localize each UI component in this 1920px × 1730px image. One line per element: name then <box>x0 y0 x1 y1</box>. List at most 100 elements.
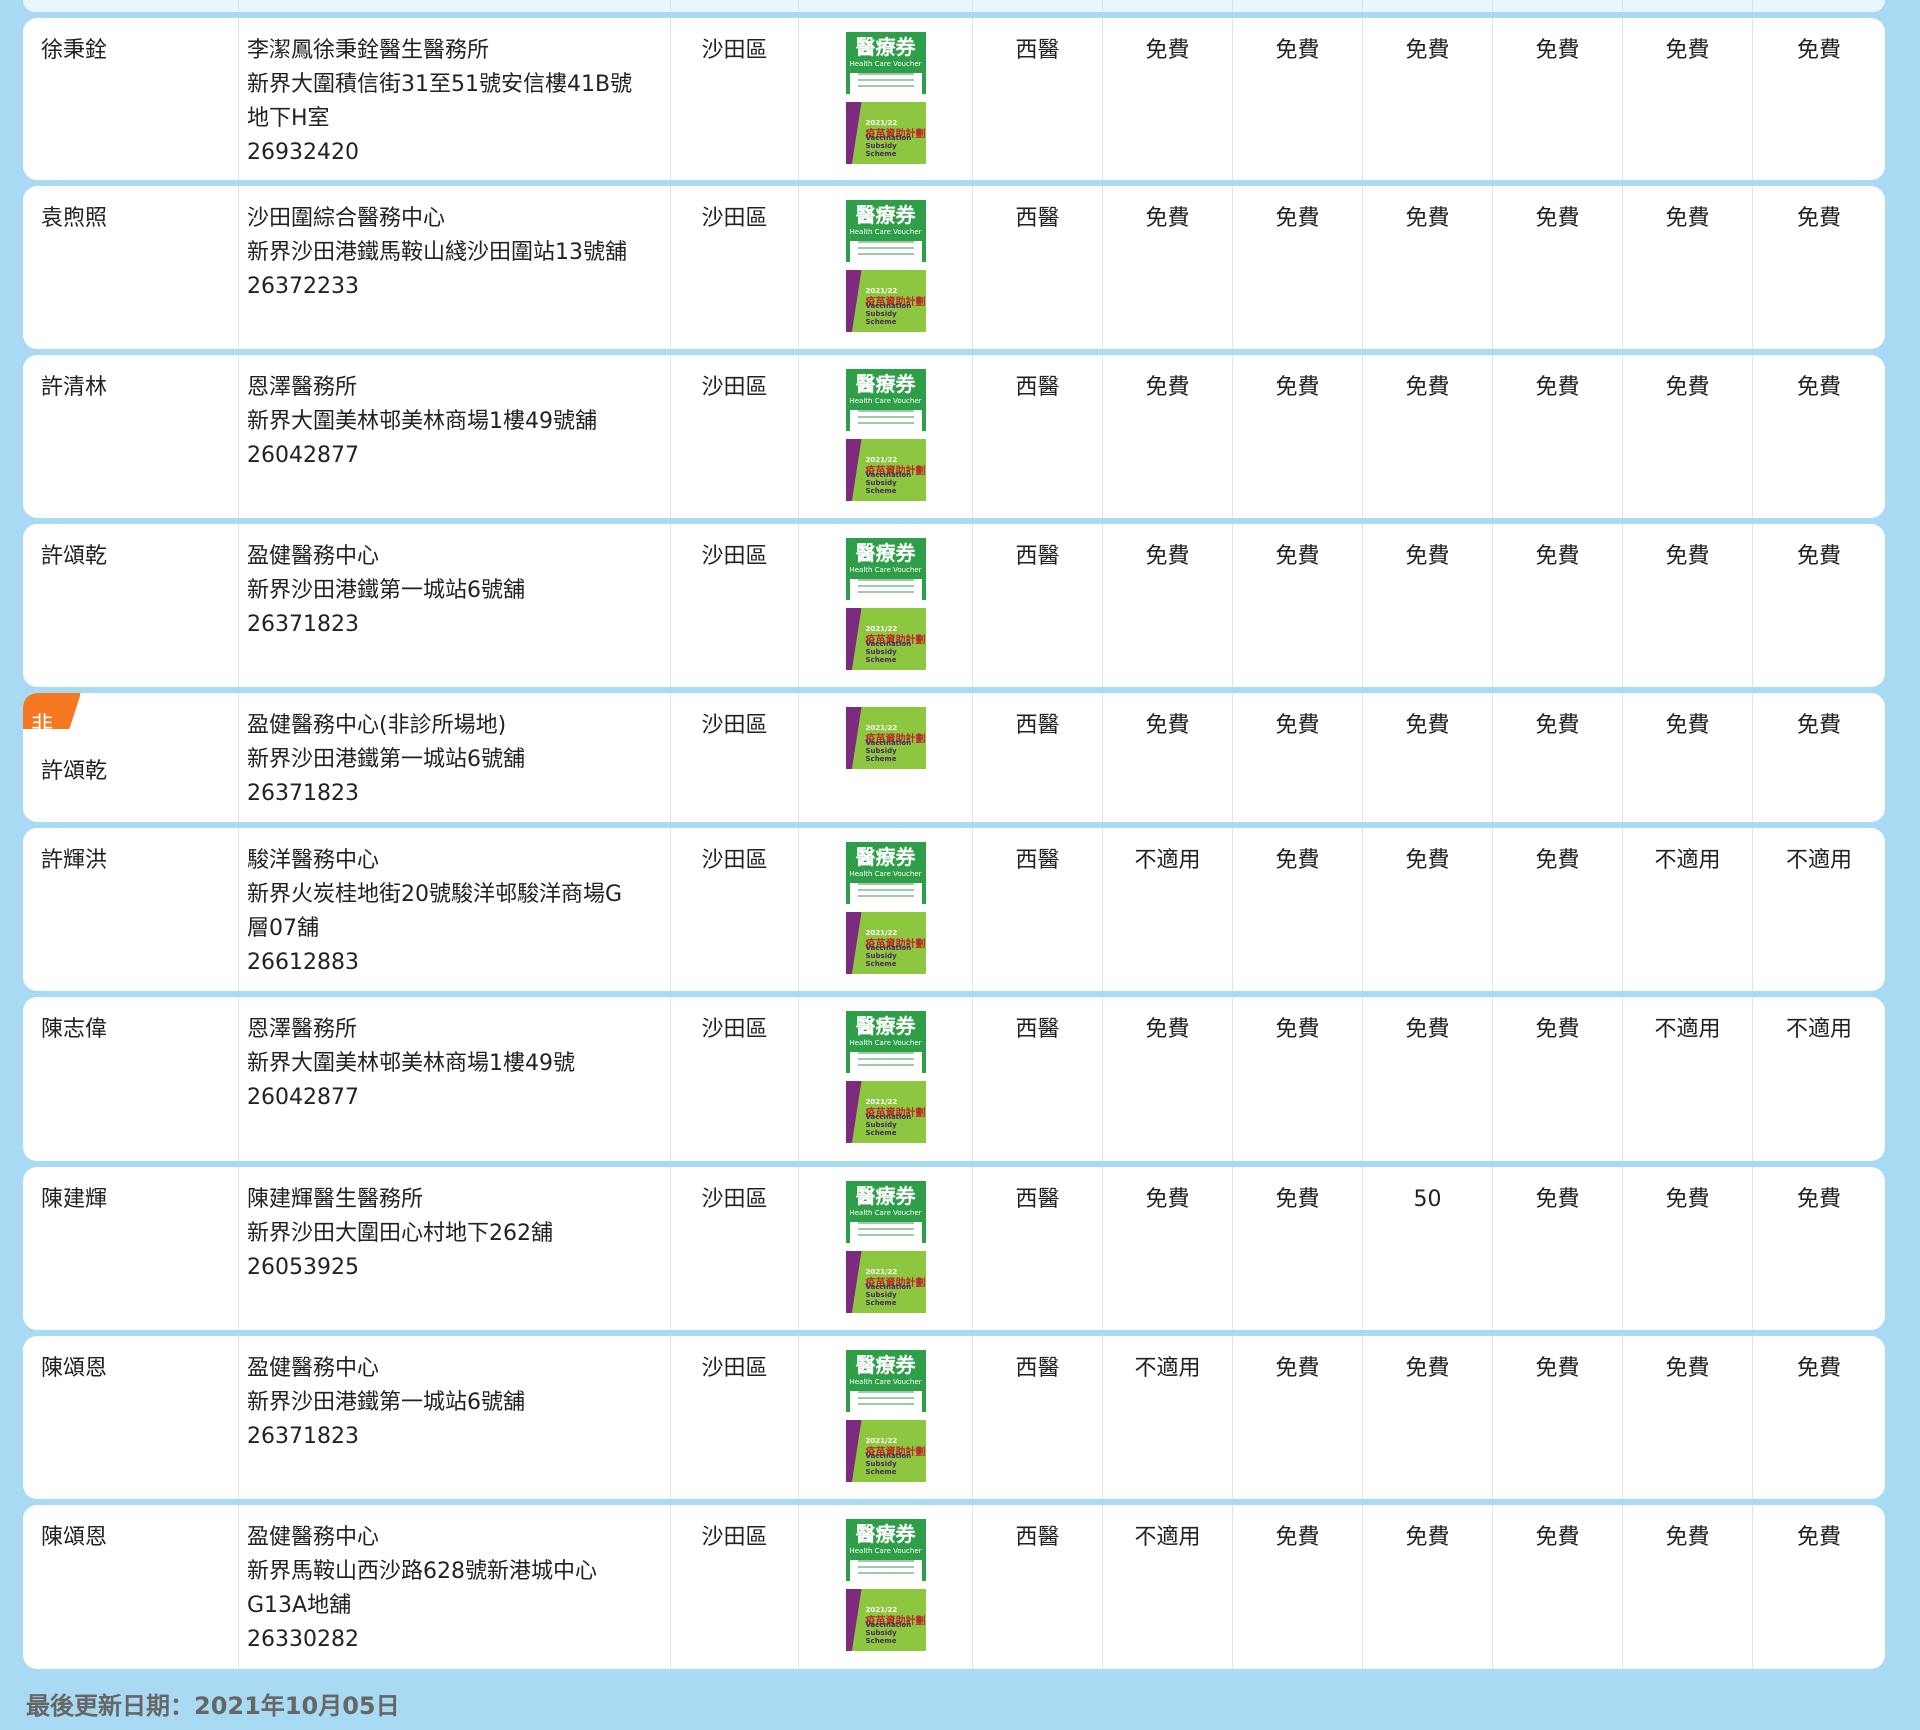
fee-cell: 免費 <box>1623 1167 1753 1330</box>
clinic-info: 沙田圍綜合醫務中心 新界沙田港鐵馬鞍山綫沙田圍站13號舖 26372233 <box>239 186 671 349</box>
vss-subtitle: Vaccination Subsidy Scheme <box>865 1452 912 1476</box>
fee-cell: 免費 <box>1493 997 1623 1161</box>
fee-cell: 免費 <box>1233 693 1363 822</box>
fee-cell: 免費 <box>1233 997 1363 1161</box>
medicine-type: 西醫 <box>973 355 1103 518</box>
scheme-badges: 醫療券 Health Care Voucher 2021/22 疫苗資助計劃 Vacci… <box>799 1336 973 1499</box>
scheme-badges: 醫療券 Health Care Voucher 2021/22 疫苗資助計劃 Vacci… <box>799 355 973 518</box>
district: 沙田區 <box>671 1505 799 1669</box>
vss-subtitle: Vaccination Subsidy Scheme <box>865 944 912 968</box>
clinic-info: 陳建輝醫生醫務所 新界沙田大圍田心村地下262舖 26053925 <box>239 1167 671 1330</box>
hcv-title: 醫療券 <box>855 1353 916 1377</box>
health-care-voucher-icon: 醫療券 Health Care Voucher <box>845 1350 926 1413</box>
district: 沙田區 <box>671 186 799 349</box>
table-row: 徐秉銓 李潔鳳徐秉銓醫生醫務所 新界大圍積信街31至51號安信樓41B號 地下H室 26… <box>23 18 1885 180</box>
doctor-name: 徐秉銓 <box>23 18 239 180</box>
vss-subtitle: Vaccination Subsidy Scheme <box>865 739 912 763</box>
hcv-title: 醫療券 <box>855 372 916 396</box>
vss-subtitle: Vaccination Subsidy Scheme <box>865 1113 912 1137</box>
district: 沙田區 <box>671 997 799 1161</box>
table-row: 陳建輝 陳建輝醫生醫務所 新界沙田大圍田心村地下262舖 26053925 沙田區 醫療券… <box>23 1167 1885 1330</box>
fee-cell: 免費 <box>1796 713 1841 738</box>
health-care-voucher-icon: 醫療券 Health Care Voucher <box>845 842 926 905</box>
fee-cell: 免費 <box>1493 1336 1623 1499</box>
fee-cell: 不適用 <box>1623 997 1753 1161</box>
medicine-type: 西醫 <box>973 186 1103 349</box>
vss-subtitle: Vaccination Subsidy Scheme <box>865 1621 912 1645</box>
medicine-type: 西醫 <box>973 828 1103 991</box>
fee-cell: 不適用 <box>1103 1336 1233 1499</box>
clinic-info: 盈健醫務中心 新界馬鞍山西沙路628號新港城中心 G13A地舖 26330282 <box>239 1505 671 1669</box>
medicine-type: 西醫 <box>973 1167 1103 1330</box>
fee-cell: 不適用 <box>1103 828 1233 991</box>
clinic-info: 駿洋醫務中心 新界火炭桂地街20號駿洋邨駿洋商場G 層07舖 26612883 <box>239 828 671 991</box>
fee-cell: 免費 <box>1796 375 1841 400</box>
fee-cell: 免費 <box>1363 524 1493 687</box>
clinic-line: 新界沙田港鐵馬鞍山綫沙田圍站13號舖 <box>247 240 627 265</box>
hcv-title: 醫療券 <box>855 541 916 565</box>
scheme-badges: 醫療券 Health Care Voucher 2021/22 疫苗資助計劃 Vacci… <box>799 524 973 687</box>
medicine-type: 西醫 <box>973 693 1103 822</box>
scheme-badges: 2021/22 疫苗資助計劃 Vaccination Subsidy Scheme <box>799 693 973 822</box>
doctor-name: 陳頌恩 <box>23 1336 239 1499</box>
clinic-line: 恩澤醫務所 <box>247 375 358 400</box>
fee-cell: 免費 <box>1623 524 1753 687</box>
vaccination-subsidy-scheme-icon: 2021/22 疫苗資助計劃 Vaccination Subsidy Scheme <box>845 102 926 164</box>
fee-cell: 免費 <box>1363 186 1493 349</box>
fee-cell: 免費 <box>1623 1336 1753 1499</box>
fee-cell: 免費 <box>1233 1167 1363 1330</box>
table-row: 許輝洪 駿洋醫務中心 新界火炭桂地街20號駿洋邨駿洋商場G 層07舖 26612883 沙… <box>23 828 1885 991</box>
last-updated-text: 最後更新日期：2021年10月05日 <box>26 1692 400 1720</box>
clinic-phone: 26612883 <box>247 950 359 975</box>
fee-cell: 免費 <box>1623 693 1753 822</box>
doctor-name: 陳志偉 <box>23 997 239 1161</box>
vaccination-subsidy-scheme-icon: 2021/22 疫苗資助計劃 Vaccination Subsidy Scheme <box>845 1420 926 1482</box>
fee-cell: 免費 <box>1796 1356 1841 1381</box>
clinic-line: 新界沙田港鐵第一城站6號舖 <box>247 578 525 603</box>
fee-cell: 免費 <box>1623 186 1753 349</box>
vaccination-subsidy-scheme-icon: 2021/22 疫苗資助計劃 Vaccination Subsidy Scheme <box>845 1589 926 1651</box>
fee-cell: 免費 <box>1363 997 1493 1161</box>
clinic-phone: 26330282 <box>247 1627 359 1652</box>
vaccination-subsidy-scheme-icon: 2021/22 疫苗資助計劃 Vaccination Subsidy Scheme <box>845 439 926 501</box>
doctor-name: 許頌乾 <box>23 524 239 687</box>
fee-cell: 免費 <box>1493 18 1623 180</box>
clinic-phone: 26371823 <box>247 781 359 806</box>
doctor-name: 許清林 <box>23 355 239 518</box>
fee-cell: 免費 <box>1493 1505 1623 1669</box>
vaccination-subsidy-scheme-icon: 2021/22 疫苗資助計劃 Vaccination Subsidy Scheme <box>845 1251 926 1313</box>
clinic-info: 盈健醫務中心 新界沙田港鐵第一城站6號舖 26371823 <box>239 1336 671 1499</box>
fee-cell: 免費 <box>1103 1167 1233 1330</box>
district: 沙田區 <box>671 355 799 518</box>
clinic-info: 恩澤醫務所 新界大圍美林邨美林商場1樓49號 26042877 <box>239 997 671 1161</box>
district: 沙田區 <box>671 1336 799 1499</box>
fee-cell: 免費 <box>1493 524 1623 687</box>
doctor-name: 袁煦照 <box>23 186 239 349</box>
medicine-type: 西醫 <box>973 18 1103 180</box>
medicine-type: 西醫 <box>973 524 1103 687</box>
clinic-line: 新界沙田大圍田心村地下262舖 <box>247 1221 553 1246</box>
fee-cell: 免費 <box>1363 1505 1493 1669</box>
fee-cell: 免費 <box>1796 1187 1841 1212</box>
vss-subtitle: Vaccination Subsidy Scheme <box>865 302 912 326</box>
fee-cell: 免費 <box>1233 828 1363 991</box>
hcv-title: 醫療券 <box>855 1014 916 1038</box>
scheme-badges: 醫療券 Health Care Voucher 2021/22 疫苗資助計劃 Vacci… <box>799 18 973 180</box>
fee-cell: 免費 <box>1796 206 1841 231</box>
table-row: 陳頌恩 盈健醫務中心 新界馬鞍山西沙路628號新港城中心 G13A地舖 26330282… <box>23 1505 1885 1669</box>
clinic-line: 新界大圍美林邨美林商場1樓49號 <box>247 1051 575 1076</box>
table-body: 徐秉銓 李潔鳳徐秉銓醫生醫務所 新界大圍積信街31至51號安信樓41B號 地下H室 26… <box>23 18 1885 1669</box>
clinic-info: 盈健醫務中心 新界沙田港鐵第一城站6號舖 26371823 <box>239 524 671 687</box>
clinic-line: 沙田圍綜合醫務中心 <box>247 206 446 231</box>
table-top-strip <box>23 0 1885 12</box>
fee-cell: 免費 <box>1363 355 1493 518</box>
clinic-line: 恩澤醫務所 <box>247 1017 358 1042</box>
doctor-table: 徐秉銓 李潔鳳徐秉銓醫生醫務所 新界大圍積信街31至51號安信樓41B號 地下H室 26… <box>23 0 1885 1669</box>
hcv-title: 醫療券 <box>855 35 916 59</box>
fee-cell: 不適用 <box>1785 848 1852 873</box>
medicine-type: 西醫 <box>973 1505 1103 1669</box>
clinic-phone: 26371823 <box>247 1424 359 1449</box>
fee-cell: 免費 <box>1493 828 1623 991</box>
fee-cell: 免費 <box>1103 524 1233 687</box>
district: 沙田區 <box>671 524 799 687</box>
